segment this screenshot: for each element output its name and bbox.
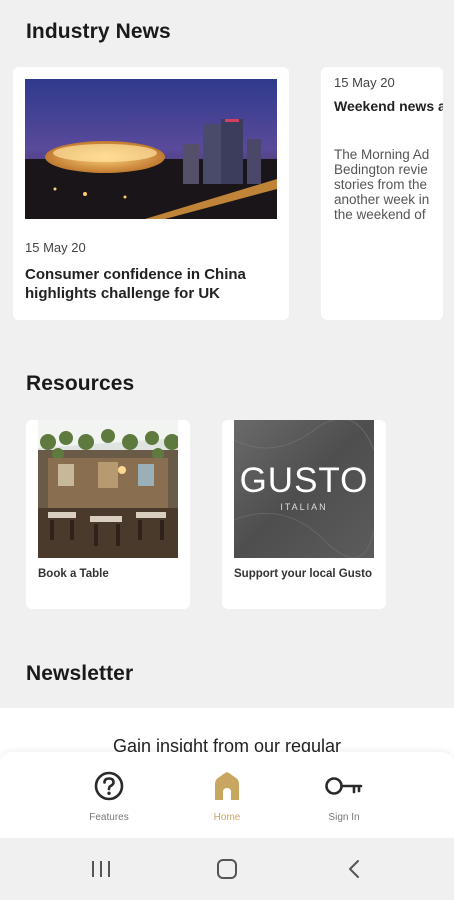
resource-label: Support your local Gusto bbox=[234, 568, 373, 580]
restaurant-image bbox=[38, 420, 178, 558]
gusto-logo-image: GUSTO ITALIAN bbox=[234, 420, 374, 558]
resource-card-gusto[interactable]: GUSTO ITALIAN Support your local Gusto bbox=[222, 420, 386, 609]
resource-label: Book a Table bbox=[38, 568, 109, 580]
news-card[interactable]: 15 May 20 Consumer confidence in China h… bbox=[13, 67, 289, 320]
nav-label: Features bbox=[89, 812, 129, 823]
news-headline[interactable]: Weekend news and 17 May bbox=[334, 98, 443, 114]
back-icon[interactable] bbox=[342, 858, 368, 880]
home-circle-icon[interactable] bbox=[214, 858, 240, 880]
recent-apps-icon[interactable] bbox=[88, 858, 114, 880]
news-date: 15 May 20 bbox=[334, 75, 395, 90]
gusto-logo-text: GUSTO bbox=[240, 461, 369, 500]
industry-news-title: Industry News bbox=[26, 20, 171, 43]
news-date: 15 May 20 bbox=[25, 240, 86, 255]
nav-label: Home bbox=[213, 812, 241, 823]
home-icon bbox=[215, 772, 239, 800]
question-circle-icon bbox=[94, 771, 124, 801]
resources-title: Resources bbox=[26, 372, 135, 395]
nav-sign-in[interactable]: Sign In bbox=[289, 752, 399, 838]
nav-home[interactable]: Home bbox=[172, 752, 282, 838]
newsletter-title: Newsletter bbox=[26, 662, 134, 685]
news-image bbox=[25, 79, 277, 219]
gusto-logo-subtext: ITALIAN bbox=[280, 502, 327, 512]
news-headline[interactable]: Consumer confidence in China highlights … bbox=[25, 265, 285, 303]
nav-features[interactable]: Features bbox=[54, 752, 164, 838]
news-excerpt: The Morning Ad Bedington revie stories f… bbox=[334, 147, 430, 222]
resource-card-book-table[interactable]: Book a Table bbox=[26, 420, 190, 609]
news-card[interactable]: 15 May 20 Weekend news and 17 May The Mo… bbox=[321, 67, 443, 320]
key-icon bbox=[325, 777, 363, 795]
nav-label: Sign In bbox=[328, 812, 360, 823]
system-nav-bar bbox=[0, 838, 454, 900]
bottom-nav: Features Home Sign In bbox=[0, 752, 454, 838]
